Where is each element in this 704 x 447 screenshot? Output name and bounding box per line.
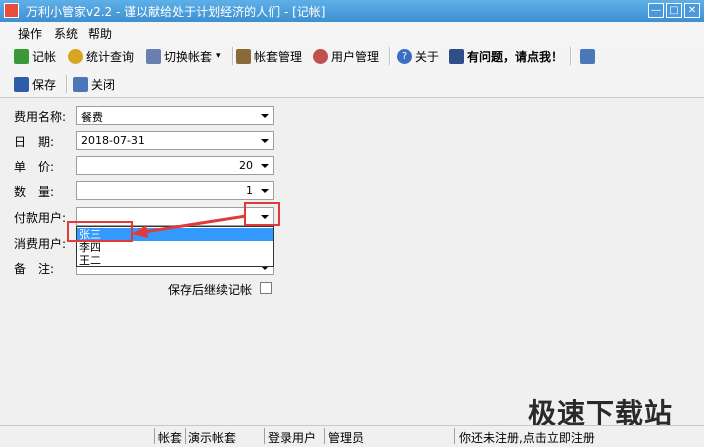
door-exit-icon (73, 76, 88, 92)
floppy-disk-icon (14, 76, 29, 92)
chevron-down-icon[interactable] (256, 107, 273, 124)
status-user-value: 管理员 (328, 431, 365, 445)
chevron-down-icon[interactable] (256, 157, 273, 174)
users-icon (313, 48, 328, 64)
date-label: 日 期: (14, 135, 55, 149)
expense-name-label: 费用名称: (14, 110, 67, 124)
status-account-value: 演示帐套 (188, 431, 237, 445)
highlight-box (67, 221, 133, 242)
magnifier-icon (68, 48, 83, 64)
about-button[interactable]: ? 关于 (397, 47, 439, 65)
account-mgmt-button[interactable]: 帐套管理 (236, 47, 302, 65)
status-account-label: 帐套 (158, 431, 183, 445)
consumer-label: 消费用户: (14, 237, 67, 251)
menu-system[interactable]: 系统 (54, 25, 78, 42)
expense-name-select[interactable]: 餐费 (76, 106, 274, 125)
continue-label: 保存后继续记帐 (168, 283, 253, 297)
record-button[interactable]: 记帐 (14, 47, 56, 65)
continue-checkbox[interactable] (260, 282, 272, 294)
help-button[interactable]: 有问题，请点我！ (449, 47, 563, 65)
quantity-input[interactable]: 1 (76, 181, 274, 200)
close-form-button[interactable]: 关闭 (73, 75, 115, 93)
chevron-down-icon: ▾ (216, 51, 221, 61)
status-separator (264, 428, 265, 444)
status-separator (185, 428, 186, 444)
form-toolbar: 保存 关闭 (0, 70, 704, 98)
exit-button[interactable] (580, 47, 598, 65)
exit-icon (580, 48, 595, 64)
quantity-label: 数 量: (14, 185, 55, 199)
stats-button[interactable]: 统计查询 (68, 47, 134, 65)
user-mgmt-button[interactable]: 用户管理 (313, 47, 379, 65)
switch-icon (146, 48, 161, 64)
book-icon (449, 48, 464, 64)
note-label: 备 注: (14, 262, 55, 276)
window-title: 万利小管家v2.2 - 谨以献给处于计划经济的人们 - [记帐] (26, 5, 326, 19)
price-input[interactable]: 20 (76, 156, 274, 175)
maximize-button[interactable]: □ (666, 3, 682, 18)
menu-bar: 操作 系统 帮助 (0, 22, 704, 42)
menu-operate[interactable]: 操作 (18, 25, 42, 42)
account-book-icon (236, 48, 251, 64)
record-icon (14, 48, 29, 64)
toolbar-separator (570, 47, 572, 65)
annotation-arrow-icon (132, 214, 247, 238)
list-item[interactable]: 王二 (77, 254, 273, 267)
payer-label: 付款用户: (14, 211, 67, 225)
toolbar-separator (232, 47, 234, 65)
chevron-down-icon[interactable] (256, 132, 273, 149)
price-label: 单 价: (14, 160, 55, 174)
main-toolbar: 记帐 统计查询 切换帐套 ▾ 帐套管理 用户管理 ? 关于 有问题，请点我！ (0, 42, 704, 71)
status-separator (324, 428, 325, 444)
switch-account-button[interactable]: 切换帐套 ▾ (146, 47, 221, 65)
app-icon (4, 3, 19, 18)
register-link[interactable]: 你还未注册,点击立即注册 (459, 429, 595, 446)
menu-help[interactable]: 帮助 (88, 25, 112, 42)
save-button[interactable]: 保存 (14, 75, 56, 93)
minimize-button[interactable]: — (648, 3, 664, 18)
chevron-down-icon[interactable] (256, 182, 273, 199)
question-icon: ? (397, 48, 412, 64)
status-user-label: 登录用户 (268, 431, 317, 445)
close-window-button[interactable]: ✕ (684, 3, 700, 18)
list-item[interactable]: 李四 (77, 241, 273, 254)
toolbar-separator (389, 47, 391, 65)
status-separator (454, 428, 455, 444)
status-bar: 帐套 演示帐套 登录用户 管理员 你还未注册,点击立即注册 (0, 425, 704, 447)
toolbar-separator (66, 75, 68, 93)
title-bar: 万利小管家v2.2 - 谨以献给处于计划经济的人们 - [记帐] — □ ✕ (0, 0, 704, 22)
date-picker[interactable]: 2018-07-31 (76, 131, 274, 150)
status-separator (154, 428, 155, 444)
